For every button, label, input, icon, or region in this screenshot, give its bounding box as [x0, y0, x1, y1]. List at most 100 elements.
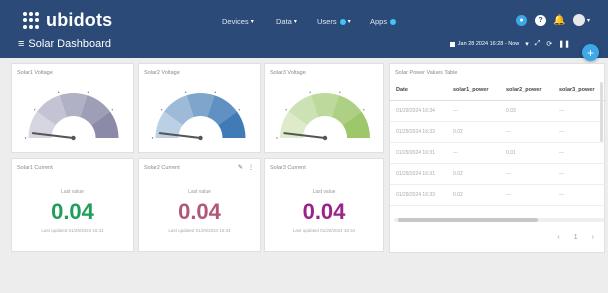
table-cell: 0.03 [506, 108, 516, 114]
table-cell: --- [453, 150, 458, 156]
nav-devices[interactable]: Devices ▾ [222, 17, 254, 26]
table-row: 01/29/2024 16:31 0.02 --- --- [390, 164, 606, 185]
add-widget-button[interactable]: + [582, 44, 599, 61]
widget-title: Solar1 Current [17, 165, 53, 171]
bell-icon[interactable]: 🔔 [553, 15, 565, 26]
page-number[interactable]: 1 [574, 234, 578, 241]
dashboard-title[interactable]: Solar Dashboard [28, 38, 111, 50]
gauge-tick [238, 109, 241, 111]
table-row: 01/29/2024 16:33 0.02 --- --- [390, 122, 606, 143]
more-options-icon[interactable]: ⋮ [248, 164, 254, 171]
metric-label: Last value [61, 189, 84, 195]
column-header-solar1-power[interactable]: solar1_power [453, 87, 506, 93]
chevron-down-icon[interactable]: ▾ [525, 40, 529, 48]
chevron-down-icon[interactable]: ▾ [587, 17, 590, 24]
pagination: ‹ 1 › [543, 234, 594, 241]
gauge-tick [285, 109, 287, 111]
user-avatar-icon[interactable] [572, 14, 585, 26]
widget-title: Solar3 Current [270, 165, 306, 171]
gauge-tick [111, 109, 114, 111]
column-header-solar3-power[interactable]: solar3_power [559, 87, 606, 93]
widget-title: Solar2 Voltage [144, 70, 180, 76]
table-cell: 0.02 [453, 192, 463, 198]
vertical-scrollbar[interactable] [600, 82, 603, 142]
calendar-icon [449, 41, 455, 47]
widget-title: Solar1 Voltage [17, 70, 53, 76]
solar3-voltage-gauge [276, 91, 370, 141]
expand-icon[interactable]: ⤢ [535, 40, 541, 48]
metric-card-solar3-current[interactable]: Solar3 Current Last value 0.04 Last upda… [264, 158, 384, 252]
pencil-icon[interactable]: ✎ [238, 164, 243, 171]
metric-label: Last value [312, 189, 336, 195]
prev-page-icon[interactable]: ‹ [557, 234, 559, 241]
table-cell: 01/29/2024 16:31 [396, 171, 435, 177]
chevron-down-icon: ▾ [250, 19, 254, 25]
next-page-icon[interactable]: › [592, 234, 594, 241]
widget-title: Solar3 Voltage [270, 70, 306, 76]
widget-title: Solar2 Current [144, 165, 180, 171]
gauge-tick [33, 109, 36, 111]
table-cell: --- [506, 171, 511, 177]
menu-icon[interactable]: ≡ [18, 38, 24, 50]
nav-apps[interactable]: Apps [370, 17, 397, 26]
metric-card-solar2-current[interactable]: Solar2 Current ✎ ⋮ Last value 0.04 Last … [138, 158, 261, 252]
table-cell: --- [453, 108, 458, 114]
gauge-hub [71, 135, 76, 141]
metric-value: 0.04 [302, 199, 346, 224]
table-cell: 01/29/2024 16:31 [396, 150, 435, 156]
table-cell: 01/29/2024 16:33 [396, 129, 435, 135]
gauge-tick [151, 137, 154, 139]
horizontal-scrollbar[interactable] [394, 218, 604, 222]
nav-users[interactable]: Users ▾ [317, 17, 351, 26]
gauge-tick [309, 91, 311, 94]
table-row: 01/29/2024 16:33 0.02 --- --- [390, 185, 606, 206]
table-cell: --- [559, 129, 564, 135]
refresh-icon[interactable]: ⟳ [546, 40, 552, 48]
table-row: 01/29/2024 16:31 --- 0.01 --- [390, 143, 606, 164]
table-cell: --- [506, 192, 511, 198]
top-bar: ubidots Devices ▾ Data ▾ Users ▾ Apps ● … [0, 0, 608, 58]
ubidots-logo-icon [23, 11, 41, 30]
brand-name: ubidots [46, 10, 113, 30]
table-cell: 0.02 [453, 129, 463, 135]
scrollbar-thumb[interactable] [398, 218, 538, 222]
gauge-hub [198, 135, 203, 141]
nav-data-label: Data [276, 17, 292, 26]
gauge-tick [276, 137, 278, 139]
table-cell: 01/29/2024 16:34 [396, 108, 435, 114]
gauge-tick [24, 137, 27, 139]
help-icon[interactable]: ? [534, 14, 546, 26]
column-header-solar2-power[interactable]: solar2_power [506, 87, 559, 93]
table-card-solar-power[interactable]: Solar Power Values Table Date solar1_pow… [389, 63, 606, 253]
gauge-card-solar2-voltage[interactable]: Solar2 Voltage [138, 63, 261, 153]
gauge-card-solar1-voltage[interactable]: Solar1 Voltage [11, 63, 134, 153]
gauge-tick [214, 91, 217, 94]
table-header-row: Date solar1_power solar2_power solar3_po… [390, 80, 606, 101]
dashboard-title-bar: ≡ Solar Dashboard [18, 38, 111, 50]
metric-last-updated: Last updated 01/29/2024 16:34 [168, 228, 231, 233]
metric-card-solar1-current[interactable]: Solar1 Current Last value 0.04 Last upda… [11, 158, 134, 252]
users-status-icon [339, 18, 346, 25]
column-header-date[interactable]: Date [390, 87, 453, 93]
nav-data[interactable]: Data ▾ [276, 17, 297, 26]
nav-apps-label: Apps [370, 17, 388, 26]
table-cell: --- [506, 129, 511, 135]
gauge-card-solar3-voltage[interactable]: Solar3 Voltage [264, 63, 384, 153]
nav-devices-label: Devices [222, 17, 249, 26]
notification-badge-icon[interactable]: ● [515, 14, 527, 26]
values-table: Date solar1_power solar2_power solar3_po… [390, 80, 606, 206]
widget-tools: ✎ ⋮ [233, 164, 254, 171]
date-range-picker[interactable]: Jan 28 2024 16:28 - Now [458, 41, 519, 47]
table-cell: 01/29/2024 16:33 [396, 192, 435, 198]
widget-title: Solar Power Values Table [395, 70, 458, 76]
dashboard-controls: Jan 28 2024 16:28 - Now ▾ ⤢ ⟳ ❚❚ [449, 40, 570, 48]
chevron-down-icon: ▾ [347, 19, 351, 25]
metric-value: 0.04 [51, 199, 94, 224]
gauge-tick [57, 91, 60, 94]
table-row: 01/29/2024 16:34 --- 0.03 --- [390, 101, 606, 122]
plus-icon: + [586, 45, 594, 60]
brand-logo[interactable]: ubidots [23, 10, 112, 31]
table-cell: --- [559, 108, 564, 114]
table-cell: --- [559, 150, 564, 156]
pause-icon[interactable]: ❚❚ [558, 40, 570, 48]
